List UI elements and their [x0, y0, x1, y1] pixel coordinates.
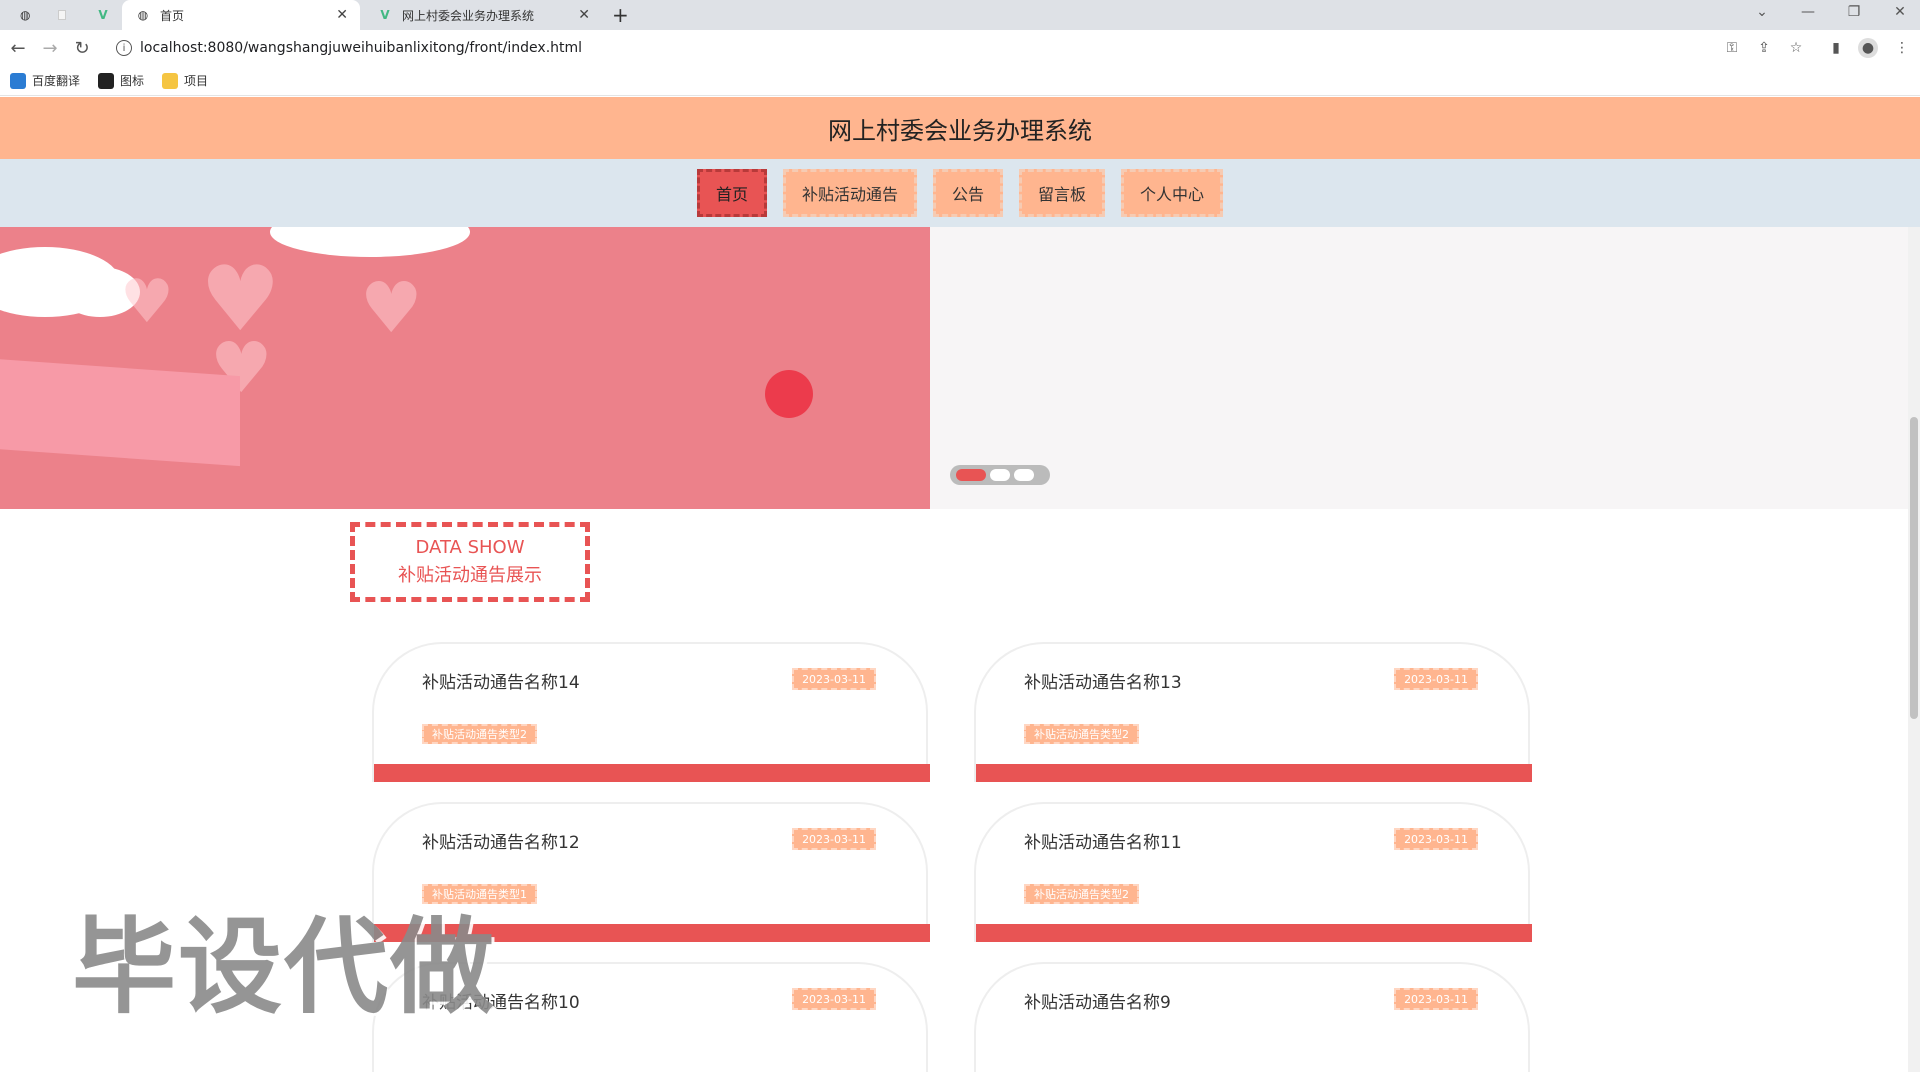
- nav-label: 留言板: [1038, 185, 1087, 204]
- card-type-tag: 补贴活动通告类型2: [1024, 724, 1139, 744]
- info-icon[interactable]: i: [116, 40, 132, 56]
- card-title[interactable]: 补贴活动通告名称9: [1024, 988, 1171, 1013]
- tab-favicon-vue[interactable]: V: [84, 0, 118, 30]
- page-viewport: 网上村委会业务办理系统 首页 补贴活动通告 公告 留言板 个人中心 ♥ ♥ ♥ …: [0, 97, 1920, 1072]
- profile-icon[interactable]: ●: [1858, 38, 1878, 58]
- share-icon[interactable]: ⇪: [1754, 38, 1774, 58]
- card-date: 2023-03-11: [792, 828, 876, 850]
- card-date: 2023-03-11: [792, 988, 876, 1010]
- bookmark-item[interactable]: 百度翻译: [10, 72, 80, 89]
- bookmark-label: 百度翻译: [32, 74, 81, 88]
- restore-icon[interactable]: ❐: [1844, 2, 1864, 22]
- heart-decoration: ♥: [360, 267, 423, 349]
- close-tab-icon[interactable]: ✕: [336, 7, 348, 23]
- vue-icon: V: [98, 8, 108, 22]
- heart-decoration: ♥: [120, 267, 174, 337]
- site-header: 网上村委会业务办理系统: [0, 97, 1920, 159]
- bookmark-label: 项目: [184, 74, 209, 88]
- nav-item-subsidy-notice[interactable]: 补贴活动通告: [782, 169, 917, 217]
- plus-icon: +: [612, 3, 629, 27]
- bookmark-item[interactable]: 图标: [98, 72, 144, 89]
- section-title-cn: 补贴活动通告展示: [398, 565, 542, 586]
- card-date: 2023-03-11: [1394, 668, 1478, 690]
- url-text: localhost:8080/wangshangjuweihuibanlixit…: [140, 40, 583, 56]
- nav-item-home[interactable]: 首页: [696, 169, 767, 217]
- notice-card[interactable]: 补贴活动通告名称14 2023-03-11 补贴活动通告类型2: [372, 642, 930, 782]
- blank-page-icon: [58, 10, 66, 20]
- carousel-slide-image[interactable]: ♥ ♥ ♥ ♥: [0, 227, 930, 509]
- nav-item-announcement[interactable]: 公告: [932, 169, 1003, 217]
- tab-title: 首页: [160, 8, 185, 23]
- carousel-indicators: [950, 465, 1050, 485]
- star-icon[interactable]: ☆: [1786, 38, 1806, 58]
- nav-label: 公告: [951, 185, 984, 204]
- image-icon: [98, 72, 115, 89]
- card-bottom-bar: [374, 764, 930, 782]
- carousel[interactable]: ♥ ♥ ♥ ♥: [0, 227, 1920, 509]
- nav-label: 个人中心: [1140, 185, 1205, 204]
- close-window-icon[interactable]: ✕: [1890, 2, 1910, 22]
- tab-system[interactable]: V 网上村委会业务办理系统 ✕: [364, 0, 602, 30]
- scrollbar-thumb[interactable]: [1910, 417, 1918, 719]
- bookmarks-bar: 百度翻译 图标 项目: [0, 66, 1920, 96]
- nav-label: 首页: [715, 185, 748, 204]
- card-date: 2023-03-11: [1394, 988, 1478, 1010]
- globe-icon: ◍: [137, 8, 149, 22]
- nav-item-personal-center[interactable]: 个人中心: [1121, 169, 1224, 217]
- card-title[interactable]: 补贴活动通告名称12: [422, 828, 580, 853]
- card-title[interactable]: 补贴活动通告名称14: [422, 668, 580, 693]
- card-bottom-bar: [976, 924, 1532, 942]
- watermark-text: 毕设代做: [72, 906, 497, 1028]
- tab-home[interactable]: ◍ 首页 ✕: [122, 0, 360, 30]
- carousel-dot[interactable]: [1014, 469, 1034, 481]
- card-type-tag: 补贴活动通告类型2: [422, 724, 537, 744]
- url-field[interactable]: i localhost:8080/wangshangjuweihuibanlix…: [108, 35, 1788, 61]
- menu-icon[interactable]: ⋮: [1892, 38, 1912, 58]
- section-title: DATA SHOW 补贴活动通告展示: [350, 522, 590, 602]
- minimize-icon[interactable]: —: [1798, 2, 1818, 22]
- card-title[interactable]: 补贴活动通告名称13: [1024, 668, 1182, 693]
- notice-card[interactable]: 补贴活动通告名称11 2023-03-11 补贴活动通告类型2: [974, 802, 1532, 942]
- site-title: 网上村委会业务办理系统: [828, 116, 1092, 145]
- notice-card[interactable]: 补贴活动通告名称9 2023-03-11: [974, 962, 1530, 1072]
- translate-icon: [10, 72, 26, 89]
- nav-item-message-board[interactable]: 留言板: [1019, 169, 1106, 217]
- vue-icon: V: [380, 8, 390, 22]
- globe-icon: ◍: [20, 8, 31, 22]
- bookmark-item[interactable]: 项目: [162, 72, 208, 89]
- back-icon[interactable]: ←: [6, 36, 30, 60]
- card-bottom-bar: [976, 764, 1532, 782]
- nav-label: 补贴活动通告: [801, 185, 898, 204]
- card-title[interactable]: 补贴活动通告名称11: [1024, 828, 1182, 853]
- section-title-en: DATA SHOW: [415, 537, 525, 558]
- address-bar-row: ← → ↻ i localhost:8080/wangshangjuweihui…: [0, 30, 1920, 66]
- card-type-tag: 补贴活动通告类型2: [1024, 884, 1139, 904]
- mouse-cursor-highlight: [765, 370, 813, 418]
- carousel-dot[interactable]: [990, 469, 1010, 481]
- carousel-dot-active[interactable]: [956, 469, 986, 481]
- forward-icon[interactable]: →: [38, 36, 62, 60]
- card-date: 2023-03-11: [792, 668, 876, 690]
- page-scrollbar[interactable]: [1908, 227, 1920, 1072]
- tab-favicon-globe[interactable]: ◍: [6, 0, 40, 30]
- side-panel-icon[interactable]: ▮: [1826, 38, 1846, 58]
- tab-favicon-blank[interactable]: [44, 0, 76, 30]
- site-nav: 首页 补贴活动通告 公告 留言板 个人中心: [0, 159, 1920, 227]
- new-tab-button[interactable]: +: [612, 0, 638, 30]
- envelope-decoration: [0, 357, 240, 467]
- reload-icon[interactable]: ↻: [70, 36, 94, 60]
- cloud-decoration: [270, 227, 470, 257]
- card-date: 2023-03-11: [1394, 828, 1478, 850]
- browser-tab-bar: ◍ V ◍ 首页 ✕ V 网上村委会业务办理系统 ✕ + ⌄ — ❐ ✕: [0, 0, 1920, 30]
- close-tab-icon[interactable]: ✕: [578, 7, 590, 23]
- tab-title: 网上村委会业务办理系统: [402, 8, 535, 23]
- folder-icon: [162, 72, 179, 89]
- bookmark-label: 图标: [120, 74, 145, 88]
- key-icon[interactable]: ⚿: [1722, 38, 1742, 58]
- notice-card[interactable]: 补贴活动通告名称13 2023-03-11 补贴活动通告类型2: [974, 642, 1532, 782]
- tab-search-icon[interactable]: ⌄: [1752, 2, 1772, 22]
